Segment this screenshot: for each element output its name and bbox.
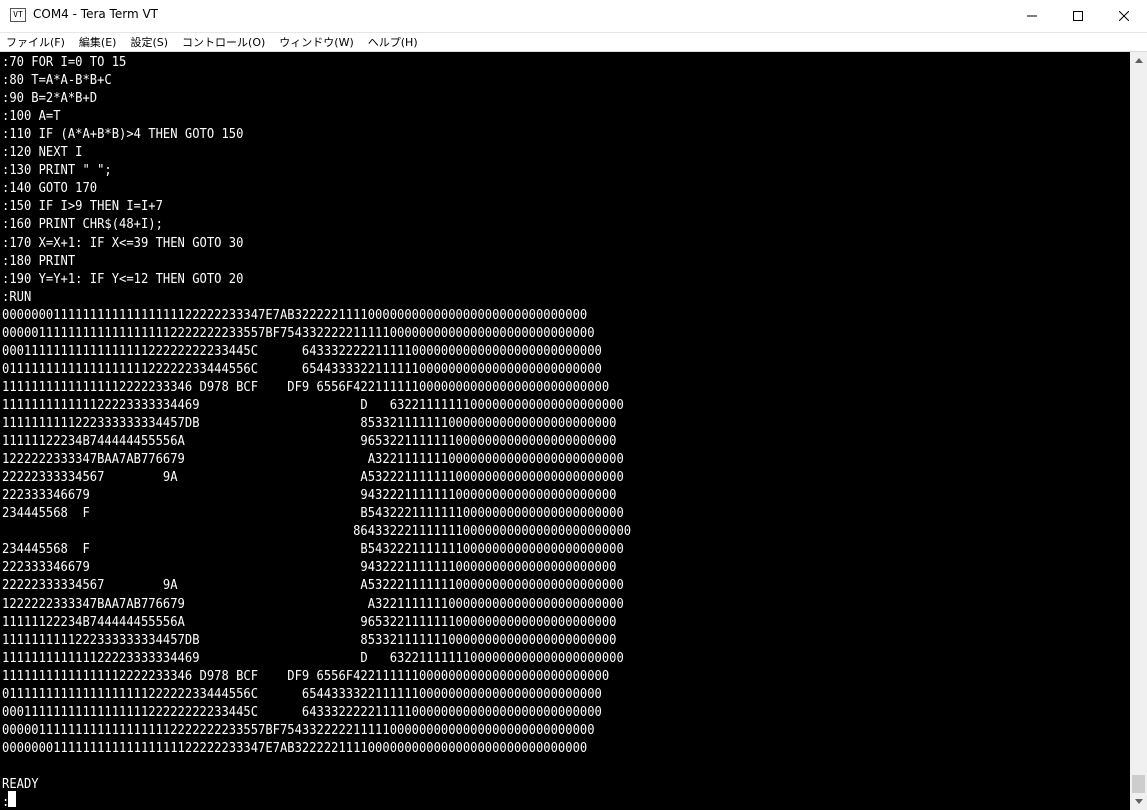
terminal-line: :80 T=A*A-B*B+C: [2, 72, 112, 89]
terminal-line: :110 IF (A*A+B*B)>4 THEN GOTO 150: [2, 126, 244, 143]
close-icon: [1119, 11, 1129, 21]
terminal-line: :180 PRINT: [2, 252, 76, 269]
terminal-line: 11111111111111112222233346 D978 BCF DF9 …: [2, 667, 610, 684]
terminal-line: 11111111111111112222233346 D978 BCF DF9 …: [2, 378, 610, 395]
tera-term-app-icon[interactable]: VT: [10, 8, 26, 22]
terminal-line: 1222222333347BAA7AB776679 A3221111111000…: [2, 451, 624, 468]
terminal-line: 0111111111111111111122222233444556C 6544…: [2, 360, 602, 377]
terminal-line: 000000011111111111111111122222233347E7AB…: [2, 739, 588, 756]
terminal-line: :140 GOTO 170: [2, 180, 98, 197]
terminal-line: 0001111111111111111122222222233445C 6433…: [2, 703, 602, 720]
terminal-line: 11111122234B744444455556A 96532211111110…: [2, 613, 617, 630]
terminal-line: 11111122234B744444455556A 96532211111110…: [2, 433, 617, 450]
terminal-line: :170 X=X+1: IF X<=39 THEN GOTO 30: [2, 234, 244, 251]
terminal-screen[interactable]: :70 FOR I=0 TO 15 :80 T=A*A-B*B+C:90 B=2*…: [0, 52, 1130, 810]
terminal-cursor: [8, 791, 16, 807]
terminal-line: :160 PRINT CHR$(48+I);: [2, 216, 163, 233]
menu-control[interactable]: コントロール(O): [176, 34, 273, 50]
terminal-line: :190 Y=Y+1: IF Y<=12 THEN GOTO 20: [2, 270, 244, 287]
terminal-line: :100 A=T: [2, 108, 61, 125]
scroll-up-button[interactable]: [1130, 52, 1147, 69]
terminal-line: 1111111111222333333334457DB 853321111111…: [2, 415, 617, 431]
terminal-line: 234445568 F B543222111111100000000000000…: [2, 505, 624, 522]
minimize-button[interactable]: [1009, 0, 1055, 32]
terminal-line: 22222333334567 9A A532221111111000000000…: [2, 577, 624, 594]
scroll-down-arrow-icon: [1134, 799, 1143, 804]
menu-window[interactable]: ウィンドウ(W): [273, 34, 361, 50]
terminal-line: 22222333334567 9A A532221111111000000000…: [2, 469, 624, 486]
menu-setup[interactable]: 設定(S): [124, 34, 176, 50]
terminal-line: :90 B=2*A*B+D: [2, 90, 98, 107]
close-button[interactable]: [1101, 0, 1147, 32]
terminal-line: 222333346679 943222111111100000000000000…: [2, 559, 617, 576]
maximize-button[interactable]: [1055, 0, 1101, 32]
title-bar: VT COM4 - Tera Term VT: [0, 0, 1147, 33]
terminal-line: 111111111111122223333334469 D 6322111111…: [2, 649, 624, 666]
menu-file[interactable]: ファイル(F): [0, 34, 73, 50]
terminal-line: 111111111111122223333334469 D 6322111111…: [2, 396, 624, 413]
maximize-icon: [1073, 11, 1083, 21]
menu-edit[interactable]: 編集(E): [73, 34, 125, 50]
terminal-line: 000001111111111111111112222222233557BF75…: [2, 721, 595, 738]
terminal-line: 000001111111111111111112222222233557BF75…: [2, 324, 595, 341]
menu-bar: ファイル(F) 編集(E) 設定(S) コントロール(O) ウィンドウ(W) ヘ…: [0, 33, 1147, 52]
terminal-line: 1222222333347BAA7AB776679 A3221111111000…: [2, 595, 624, 612]
terminal-line: 1111111111222333333334457DB 853321111111…: [2, 631, 617, 648]
window-title: COM4 - Tera Term VT: [33, 7, 158, 21]
terminal-line: 0111111111111111111122222233444556C 6544…: [2, 685, 602, 702]
menu-help[interactable]: ヘルプ(H): [362, 34, 426, 50]
terminal-line: :70 FOR I=0 TO 15: [2, 54, 127, 70]
terminal-line: 0001111111111111111122222222233445C 6433…: [2, 342, 602, 359]
scroll-down-button[interactable]: [1130, 793, 1147, 810]
terminal-line: 234445568 F B543222111111100000000000000…: [2, 541, 624, 558]
vertical-scrollbar[interactable]: [1130, 52, 1147, 810]
terminal-line: 86433222111111100000000000000000000000: [2, 523, 632, 540]
terminal-line: :RUN: [2, 288, 32, 305]
scrollbar-thumb[interactable]: [1132, 775, 1145, 793]
terminal-line: 000000011111111111111111122222233347E7AB…: [2, 306, 588, 323]
terminal-line: 222333346679 943222111111100000000000000…: [2, 487, 617, 504]
terminal-line: :130 PRINT " ";: [2, 162, 112, 179]
terminal-line: :150 IF I>9 THEN I=I+7: [2, 198, 163, 215]
scroll-up-arrow-icon: [1134, 58, 1143, 63]
minimize-icon: [1027, 15, 1037, 17]
terminal-line: :120 NEXT I: [2, 144, 83, 161]
